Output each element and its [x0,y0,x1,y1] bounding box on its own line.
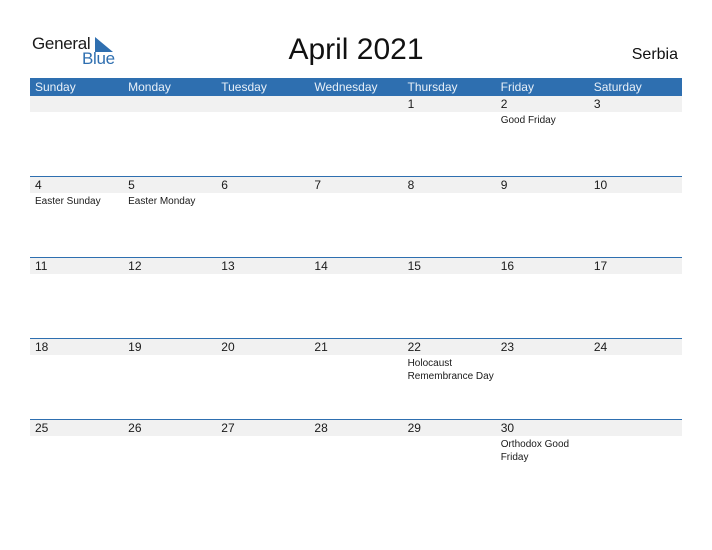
holiday-label: Easter Monday [128,196,196,207]
day-cell: 25 [30,420,123,501]
day-cell: 20 [216,339,309,420]
day-cell: 23 [496,339,589,420]
day-number: 16 [500,259,515,273]
day-number: 9 [500,178,508,192]
calendar-title: April 2021 [288,33,424,66]
day-cell: 29 [403,420,496,501]
day-number: 3 [593,97,601,111]
day-number: 12 [128,259,142,273]
holiday-label: Holocaust Remembrance Day [407,358,494,382]
day-number: 14 [314,259,328,273]
day-number: 24 [593,340,608,354]
day-number: 17 [593,259,608,273]
week-row: 4 Easter Sunday 5 Easter Monday 6 7 8 9 10 [30,176,682,258]
day-number: 28 [314,421,328,435]
day-cell: 14 [309,258,402,339]
day-number: 13 [221,259,235,273]
day-cell: 17 [589,258,682,339]
day-number: 20 [221,340,235,354]
day-number: 1 [407,97,415,111]
day-cell [30,96,123,177]
day-cell: 5 Easter Monday [123,177,216,258]
day-number: 4 [35,178,42,192]
day-number: 22 [407,340,421,354]
day-number: 6 [221,178,228,192]
day-number: 7 [314,178,322,192]
holiday-label: Good Friday [500,115,556,126]
day-cell: 22 Holocaust Remembrance Day [403,339,496,420]
weekday-saturday: Saturday [593,80,642,94]
day-cell: 16 [496,258,589,339]
day-cell: 12 [123,258,216,339]
day-cell [123,96,216,177]
week-row: 18 19 20 21 22 Holocaust Remembrance Day 23 24 [30,338,682,420]
day-cell: 1 [403,96,496,177]
day-number: 23 [500,340,515,354]
week-row: 1 2 Good Friday 3 [30,96,682,177]
day-cell: 9 [496,177,589,258]
day-number: 15 [407,259,421,273]
weekday-header: Sunday Monday Tuesday Wednesday Thursday… [30,78,682,96]
holiday-label: Easter Sunday [35,196,101,207]
day-cell [589,420,682,501]
country-label: Serbia [631,46,678,63]
day-cell: 26 [123,420,216,501]
weekday-sunday: Sunday [35,80,76,94]
day-number: 25 [35,421,49,435]
day-cell: 10 [589,177,682,258]
day-cell: 27 [216,420,309,501]
weekday-friday: Friday [500,80,534,94]
day-cell: 24 [589,339,682,420]
week-row: 11 12 13 14 15 16 17 [30,257,682,339]
day-cell: 30 Orthodox Good Friday [496,420,589,501]
day-cell: 11 [30,258,123,339]
week-row: 25 26 27 28 29 30 Orthodox Good Friday [30,419,682,501]
weekday-monday: Monday [128,80,171,94]
day-cell: 7 [309,177,402,258]
day-cell: 13 [216,258,309,339]
day-cell: 4 Easter Sunday [30,177,123,258]
day-number: 18 [35,340,49,354]
day-cell: 28 [309,420,402,501]
day-number: 21 [314,340,328,354]
day-cell: 19 [123,339,216,420]
weekday-thursday: Thursday [407,80,458,94]
day-cell [309,96,402,177]
weekday-tuesday: Tuesday [221,80,267,94]
weekday-wednesday: Wednesday [314,80,378,94]
day-cell: 8 [403,177,496,258]
day-cell: 21 [309,339,402,420]
day-cell: 3 [589,96,682,177]
day-cell: 6 [216,177,309,258]
day-number: 8 [407,178,415,192]
day-number: 19 [128,340,142,354]
day-number: 2 [500,97,508,111]
day-number: 11 [35,259,48,273]
day-cell: 2 Good Friday [496,96,589,177]
day-number: 30 [500,421,515,435]
day-number: 26 [128,421,142,435]
day-number: 5 [128,178,135,192]
day-number: 10 [593,178,608,192]
day-cell: 18 [30,339,123,420]
day-number: 27 [221,421,235,435]
day-cell: 15 [403,258,496,339]
day-number: 29 [407,421,421,435]
day-cell [216,96,309,177]
holiday-label: Orthodox Good Friday [500,439,570,463]
